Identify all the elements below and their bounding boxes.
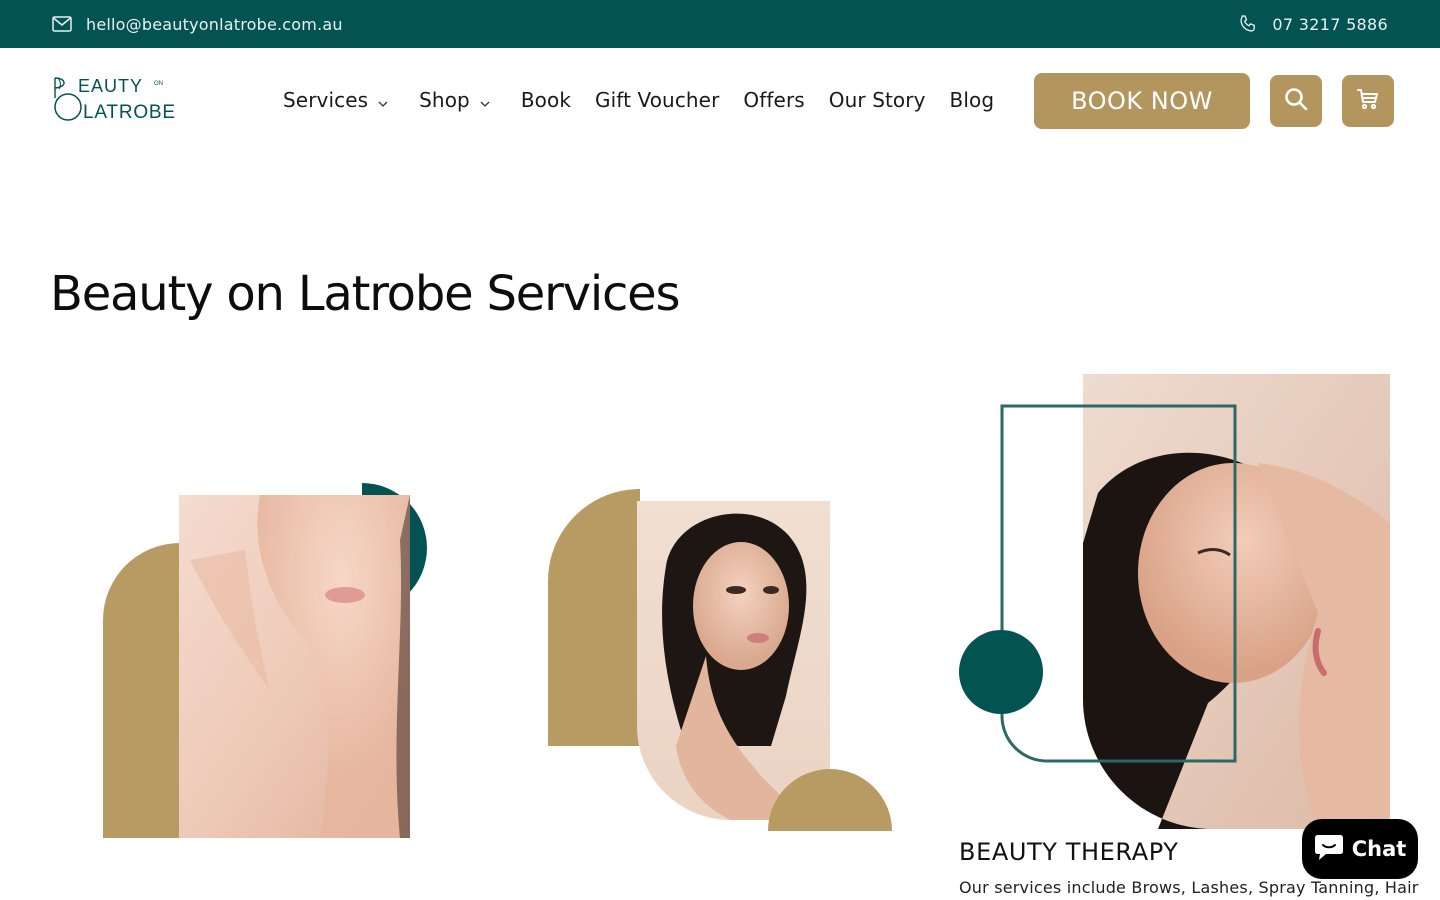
chat-label: Chat bbox=[1351, 837, 1407, 861]
site-logo[interactable]: EAUTY ON LATROBE bbox=[52, 76, 198, 123]
svg-text:LATROBE: LATROBE bbox=[83, 102, 176, 122]
nav-label-services: Services bbox=[283, 88, 369, 112]
page-title: Beauty on Latrobe Services bbox=[50, 266, 681, 322]
email-link[interactable]: hello@beautyonlatrobe.com.au bbox=[52, 0, 343, 48]
cart-icon bbox=[1356, 88, 1380, 114]
search-icon bbox=[1283, 86, 1309, 116]
nav-label-book: Book bbox=[520, 88, 572, 112]
service-image-face bbox=[548, 489, 892, 831]
service-card-1[interactable] bbox=[100, 480, 430, 840]
book-now-button[interactable]: BOOK NOW bbox=[1034, 73, 1250, 129]
chat-button[interactable]: Chat bbox=[1302, 819, 1418, 879]
chevron-down-icon bbox=[480, 88, 490, 112]
card-description-beauty-therapy: Our services include Brows, Lashes, Spra… bbox=[959, 878, 1419, 897]
svg-text:EAUTY: EAUTY bbox=[78, 76, 143, 96]
logo-mark: EAUTY ON LATROBE bbox=[54, 76, 176, 123]
phone-link[interactable]: 07 3217 5886 bbox=[1238, 0, 1388, 48]
chat-bubble-icon bbox=[1314, 833, 1344, 866]
phone-text: 07 3217 5886 bbox=[1272, 14, 1388, 34]
service-card-2[interactable] bbox=[546, 486, 894, 834]
phone-icon bbox=[1238, 14, 1258, 34]
service-card-3[interactable] bbox=[958, 373, 1392, 831]
nav-item-shop[interactable]: Shop bbox=[419, 88, 490, 112]
service-image-skin bbox=[103, 483, 427, 838]
nav-item-book[interactable]: Book bbox=[521, 88, 571, 112]
mail-icon bbox=[52, 16, 72, 32]
nav-item-our-story[interactable]: Our Story bbox=[829, 88, 926, 112]
card-title-beauty-therapy[interactable]: BEAUTY THERAPY bbox=[959, 838, 1179, 866]
cart-button[interactable] bbox=[1342, 75, 1394, 127]
email-text: hello@beautyonlatrobe.com.au bbox=[86, 14, 343, 34]
main-nav: Services Shop Book Gift Voucher Offers O… bbox=[283, 86, 994, 114]
chevron-down-icon bbox=[378, 88, 388, 112]
nav-label-our-story: Our Story bbox=[828, 88, 926, 112]
site-header: EAUTY ON LATROBE Services Shop Book Gift… bbox=[0, 48, 1440, 154]
nav-item-offers[interactable]: Offers bbox=[743, 88, 804, 112]
svg-text:ON: ON bbox=[154, 81, 163, 87]
nav-item-blog[interactable]: Blog bbox=[950, 88, 995, 112]
nav-label-blog: Blog bbox=[949, 88, 995, 112]
service-image-beauty-therapy bbox=[959, 374, 1390, 829]
nav-label-gift-voucher: Gift Voucher bbox=[595, 88, 720, 112]
nav-item-gift-voucher[interactable]: Gift Voucher bbox=[595, 88, 719, 112]
search-button[interactable] bbox=[1270, 75, 1322, 127]
nav-label-offers: Offers bbox=[743, 88, 805, 112]
nav-item-services[interactable]: Services bbox=[283, 88, 388, 112]
nav-label-shop: Shop bbox=[419, 88, 470, 112]
top-contact-bar: hello@beautyonlatrobe.com.au 07 3217 588… bbox=[0, 0, 1440, 48]
